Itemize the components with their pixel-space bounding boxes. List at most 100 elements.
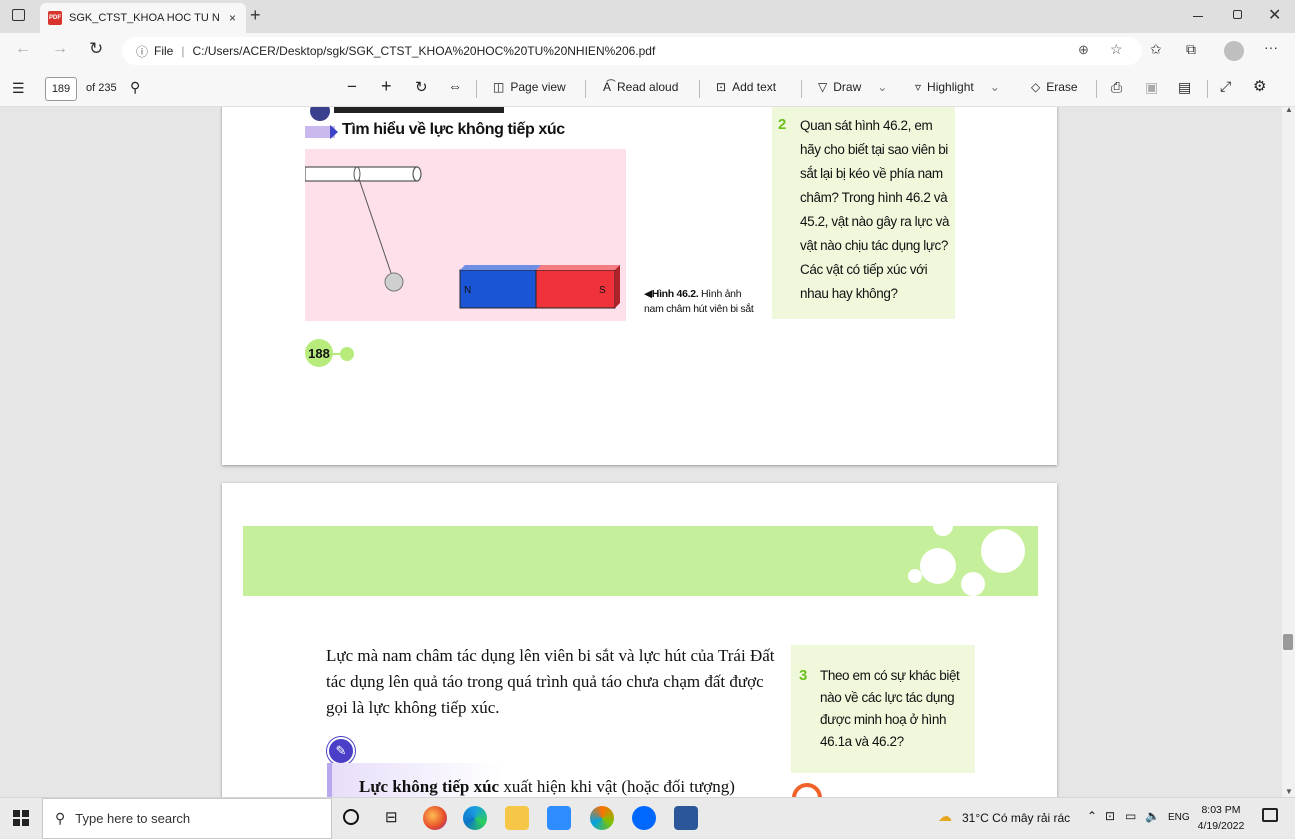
cut-heading-icon xyxy=(310,107,330,121)
fit-width-icon[interactable]: ⇔ xyxy=(448,78,462,94)
weather-text[interactable]: 31°C Có mây rải rác xyxy=(962,811,1070,825)
erase-button[interactable]: ◇ Erase xyxy=(1031,80,1078,94)
clock[interactable]: 8:03 PM 4/19/2022 xyxy=(1196,802,1246,834)
band-blob xyxy=(920,548,956,584)
save-as-icon[interactable]: ▤ xyxy=(1178,79,1191,96)
band-decoration xyxy=(908,526,1025,596)
zoom-icon[interactable]: ⊕ xyxy=(1078,42,1089,58)
add-text-button[interactable]: ⊡ Add text xyxy=(716,80,776,94)
tab-active[interactable]: PDF SGK_CTST_KHOA HOC TU NHIEN × xyxy=(40,3,246,33)
file-explorer-icon[interactable] xyxy=(505,806,529,830)
scroll-down-icon[interactable]: ▼ xyxy=(1285,787,1293,796)
profile-avatar[interactable] xyxy=(1224,41,1244,61)
forward-button[interactable]: → xyxy=(52,40,68,58)
volume-icon[interactable]: 🔈 xyxy=(1145,809,1160,823)
save-icon[interactable]: ▣ xyxy=(1145,79,1158,96)
figure-46-2: N S xyxy=(305,149,626,321)
toolbar-divider xyxy=(1096,80,1097,98)
header-band xyxy=(243,526,1038,596)
windows-start-icon[interactable] xyxy=(13,810,29,826)
note-bold: Lực không tiếp xúc xyxy=(359,777,500,796)
caption-prefix: Hình 46.2. xyxy=(651,288,699,300)
back-button[interactable]: ← xyxy=(15,40,31,58)
url-prefix: File xyxy=(154,44,174,58)
question-box-2: 2 Quan sát hình 46.2, em hãy cho biết tạ… xyxy=(772,107,955,319)
zalo-icon[interactable] xyxy=(632,806,656,830)
tab-close-button[interactable]: × xyxy=(229,11,236,25)
band-blob xyxy=(961,572,985,596)
info-icon[interactable]: ⓘ xyxy=(136,43,148,60)
zoom-out-button[interactable]: − xyxy=(347,77,357,97)
highlight-icon: ▿ xyxy=(915,80,922,94)
notification-icon[interactable] xyxy=(1262,808,1278,822)
favorites-icon[interactable]: ✩ xyxy=(1150,41,1162,58)
new-tab-button[interactable]: + xyxy=(250,5,261,26)
taskbar-search-box[interactable]: ⚲ Type here to search xyxy=(42,798,332,839)
url-text: C:/Users/ACER/Desktop/sgk/SGK_CTST_KHOA%… xyxy=(192,44,656,58)
favorite-star-icon[interactable]: ☆ xyxy=(1110,41,1123,58)
settings-gear-icon[interactable]: ⚙ xyxy=(1253,77,1266,95)
question-box-3: 3 Theo em có sự khác biệt nào về các lực… xyxy=(791,645,975,773)
language-indicator[interactable]: ENG xyxy=(1168,812,1190,823)
firefox-icon[interactable] xyxy=(423,806,447,830)
draw-label: Draw xyxy=(833,80,862,94)
page-total: of 235 xyxy=(86,82,117,94)
page-label-dot-icon xyxy=(340,347,354,361)
clock-time: 8:03 PM xyxy=(1201,804,1241,816)
fullscreen-icon[interactable]: ⤢ xyxy=(1220,78,1231,95)
find-icon[interactable]: ⚲ xyxy=(130,79,140,96)
page-label: 188 xyxy=(305,339,333,367)
vertical-scrollbar[interactable]: ▲ ▼ xyxy=(1282,105,1295,797)
search-placeholder: Type here to search xyxy=(75,811,191,826)
cut-heading-bar xyxy=(334,107,504,113)
refresh-button[interactable]: ↻ xyxy=(89,39,103,59)
toolbar-divider xyxy=(585,80,586,98)
search-icon: ⚲ xyxy=(55,810,66,826)
close-window-button[interactable]: ✕ xyxy=(1268,5,1281,25)
scroll-up-icon[interactable]: ▲ xyxy=(1285,105,1293,114)
question-number: 2 xyxy=(778,116,787,133)
page-number-input[interactable]: 189 xyxy=(45,77,77,101)
rod-end xyxy=(412,166,422,182)
note-box-left-bar xyxy=(327,763,332,797)
scroll-thumb[interactable] xyxy=(1283,634,1293,650)
collections-icon[interactable]: ⧉ xyxy=(1186,41,1196,58)
highlight-button[interactable]: ▿ Highlight ⌄ xyxy=(915,80,1000,94)
pdf-icon: PDF xyxy=(48,11,62,25)
url-field[interactable]: ⓘ File | C:/Users/ACER/Desktop/sgk/SGK_C… xyxy=(122,37,1142,65)
pdf-page-188: Tìm hiểu về lực không tiếp xúc N S ◀Hình… xyxy=(222,107,1057,465)
page-label-text: 188 xyxy=(308,345,330,361)
network-icon[interactable]: ⊡ xyxy=(1105,809,1115,823)
zoom-app-icon[interactable] xyxy=(547,806,571,830)
magnet-n-label: N xyxy=(464,285,472,296)
chevron-up-icon[interactable]: ⌃ xyxy=(1087,809,1097,823)
page-view-icon: ◫ xyxy=(493,80,505,94)
rotate-icon[interactable]: ↻ xyxy=(415,78,428,96)
colorful-app-icon[interactable] xyxy=(590,806,614,830)
pdf-viewer[interactable]: Tìm hiểu về lực không tiếp xúc N S ◀Hình… xyxy=(0,107,1282,797)
restore-button[interactable] xyxy=(1233,10,1242,19)
draw-button[interactable]: ▽ Draw ⌄ xyxy=(818,80,887,94)
question-number: 3 xyxy=(799,667,808,684)
contents-icon[interactable]: ☰ xyxy=(12,80,25,97)
more-menu-icon[interactable]: ··· xyxy=(1264,39,1278,55)
battery-icon[interactable]: ▭ xyxy=(1125,809,1136,823)
zoom-in-button[interactable]: + xyxy=(381,76,392,97)
weather-icon: ☁ xyxy=(938,808,952,824)
tab-actions-icon[interactable] xyxy=(12,9,25,21)
add-text-icon: ⊡ xyxy=(716,80,727,94)
task-view-icon[interactable]: ⊟ xyxy=(385,808,398,826)
word-icon[interactable] xyxy=(674,806,698,830)
minimize-button[interactable] xyxy=(1193,16,1203,17)
string xyxy=(358,178,392,274)
cortana-icon[interactable] xyxy=(343,809,359,825)
eraser-icon: ◇ xyxy=(1031,80,1041,94)
edge-icon[interactable] xyxy=(463,806,487,830)
chevron-down-icon: ⌄ xyxy=(989,80,1000,94)
read-aloud-button[interactable]: A͡ Read aloud xyxy=(603,80,678,94)
caption-arrow-icon: ◀ xyxy=(644,288,652,300)
page-view-button[interactable]: ◫ Page view xyxy=(493,80,566,94)
magnet-side xyxy=(615,265,620,308)
print-icon[interactable]: ⎙ xyxy=(1111,79,1122,96)
pdf-toolbar: ☰ 189 of 235 ⚲ − + ↻ ⇔ ◫ Page view A͡ Read… xyxy=(0,70,1295,107)
